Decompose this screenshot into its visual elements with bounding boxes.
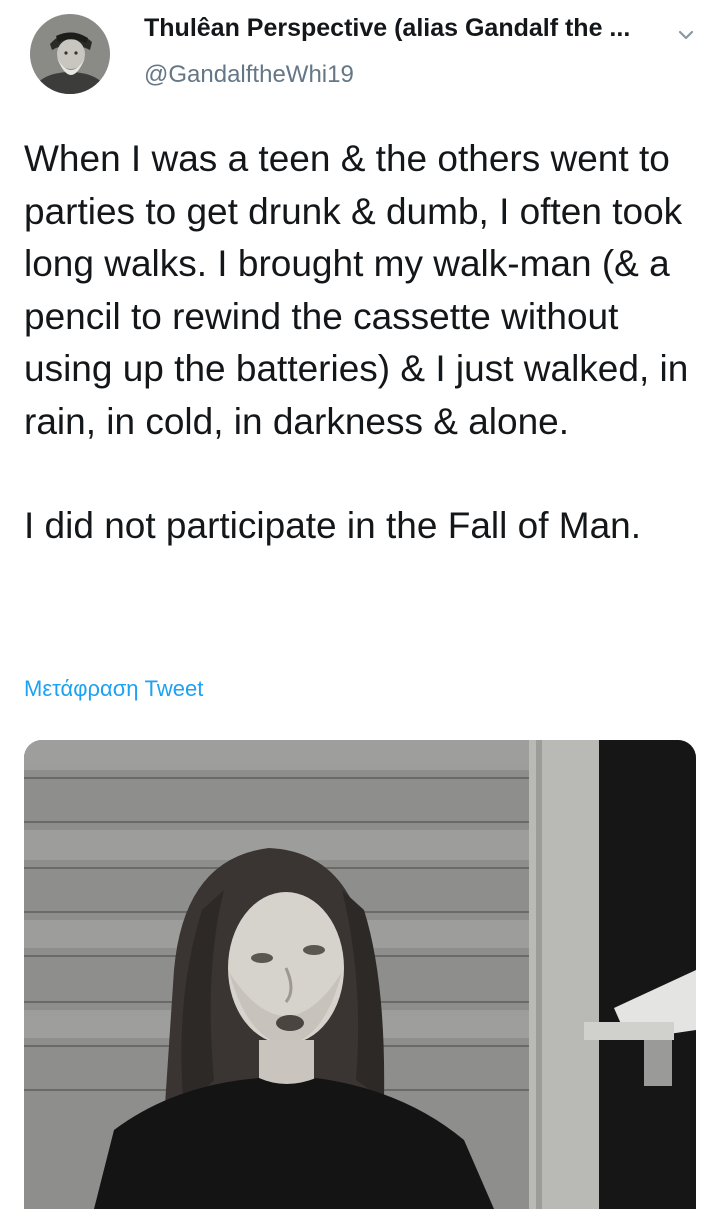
bearded-man-avatar-icon [30,14,110,94]
author-handle[interactable]: @GandalftheWhi19 [144,61,354,89]
tweet-body: When I was a teen & the others went to p… [24,133,694,553]
user-avatar[interactable] [30,14,110,94]
chevron-down-icon[interactable] [671,20,701,50]
author-display-name[interactable]: Thulêan Perspective (alias Gandalf the .… [144,14,654,43]
tweet-paragraph: When I was a teen & the others went to p… [24,138,689,442]
photo-image [24,740,696,1209]
tweet-paragraph: I did not participate in the Fall of Man… [24,505,642,546]
tweet-header: Thulêan Perspective (alias Gandalf the .… [0,0,720,110]
translate-tweet-link[interactable]: Μετάφραση Tweet [24,676,203,702]
tweet-photo[interactable] [24,740,696,1209]
